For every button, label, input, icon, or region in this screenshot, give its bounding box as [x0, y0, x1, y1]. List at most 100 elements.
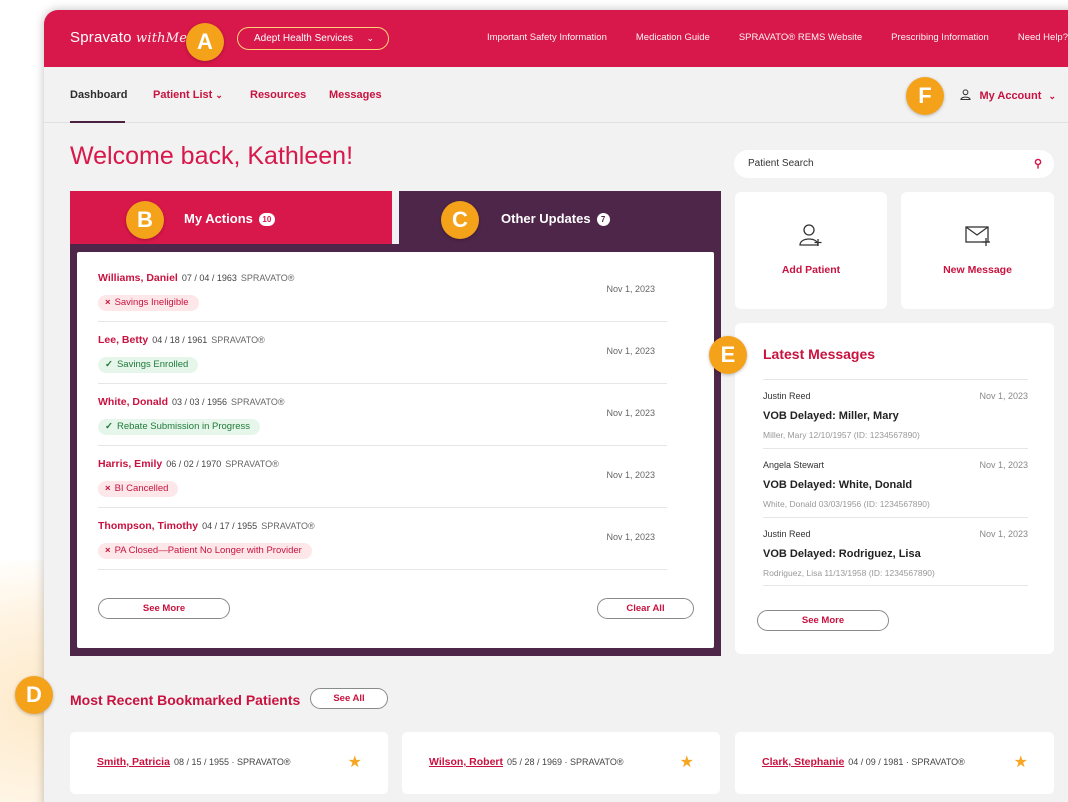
patient-name-link[interactable]: Lee, Betty: [98, 334, 148, 346]
clear-all-button[interactable]: Clear All: [597, 598, 694, 619]
message-subject: VOB Delayed: Rodriguez, Lisa: [763, 548, 921, 560]
action-date: Nov 1, 2023: [606, 532, 655, 542]
action-row[interactable]: White, Donald 03 / 03 / 1956 SPRAVATO® Nov…: [98, 384, 667, 446]
checkmark-icon: ✓: [105, 421, 113, 432]
link-safety-info[interactable]: Important Safety Information: [487, 32, 607, 43]
action-row[interactable]: Williams, Daniel 07 / 04 / 1963 SPRAVATO® …: [98, 260, 667, 322]
link-rems-website[interactable]: SPRAVATO® REMS Website: [739, 32, 862, 43]
add-patient-label: Add Patient: [781, 264, 841, 276]
status-text: BI Cancelled: [114, 483, 169, 494]
action-row[interactable]: Lee, Betty 04 / 18 / 1961 SPRAVATO® Nov 1,…: [98, 322, 667, 384]
annotation-marker-c: C: [441, 201, 479, 239]
star-icon[interactable]: ★: [348, 752, 362, 772]
link-prescribing-info[interactable]: Prescribing Information: [891, 32, 989, 43]
patient-name-link[interactable]: Harris, Emily: [98, 458, 162, 470]
annotation-marker-d: D: [15, 676, 53, 714]
add-patient-card[interactable]: Add Patient: [735, 192, 887, 309]
message-patient-ref: Miller, Mary 12/10/1957 (ID: 1234567890): [763, 430, 920, 440]
chevron-down-icon: ⌄: [215, 90, 223, 100]
annotation-marker-f: F: [906, 77, 944, 115]
updates-count-badge: 7: [596, 213, 610, 227]
status-badge: ✓ Rebate Submission in Progress: [98, 419, 261, 435]
action-date: Nov 1, 2023: [606, 346, 655, 356]
annotation-marker-b: B: [126, 201, 164, 239]
nav-resources[interactable]: Resources: [250, 89, 306, 101]
bookmark-patient-meta: 05 / 28 / 1969 · SPRAVATO®: [507, 757, 624, 767]
status-text: Savings Enrolled: [116, 359, 189, 370]
action-row[interactable]: Thompson, Timothy 04 / 17 / 1955 SPRAVATO®…: [98, 508, 667, 570]
bookmark-card[interactable]: Clark, Stephanie 04 / 09 / 1981 · SPRAVAT…: [735, 732, 1054, 794]
logo[interactable]: Spravato withMe: [70, 29, 187, 46]
star-icon[interactable]: ★: [680, 752, 694, 772]
action-row[interactable]: Harris, Emily 06 / 02 / 1970 SPRAVATO® Nov…: [98, 446, 667, 508]
patient-name-link[interactable]: Thompson, Timothy: [98, 520, 198, 532]
message-subject: VOB Delayed: White, Donald: [763, 479, 913, 491]
new-message-card[interactable]: New Message: [901, 192, 1054, 309]
bookmark-card[interactable]: Wilson, Robert 05 / 28 / 1969 · SPRAVATO®…: [402, 732, 720, 794]
bookmark-patient-link[interactable]: Smith, Patricia: [97, 756, 170, 768]
message-date: Nov 1, 2023: [979, 391, 1028, 401]
patient-dob: 04 / 18 / 1961: [152, 335, 208, 345]
x-icon: ×: [105, 545, 111, 556]
patient-drug: SPRAVATO®: [261, 521, 315, 531]
patient-dob: 07 / 04 / 1963: [181, 273, 237, 283]
status-badge: ✓ Savings Enrolled: [98, 357, 199, 373]
organization-select[interactable]: Adept Health Services ⌄: [237, 27, 389, 50]
add-user-icon: [799, 224, 822, 246]
status-text: Savings Ineligible: [114, 297, 189, 308]
status-text: Rebate Submission in Progress: [116, 421, 251, 432]
patient-drug: SPRAVATO®: [240, 273, 295, 283]
message-subject: VOB Delayed: Miller, Mary: [763, 410, 899, 422]
patient-dob: 03 / 03 / 1956: [172, 397, 228, 407]
x-icon: ×: [105, 483, 111, 494]
nav-patient-list-label: Patient List: [153, 89, 213, 101]
bookmark-patient-link[interactable]: Clark, Stephanie: [762, 756, 844, 768]
search-icon[interactable]: ⚲: [1034, 150, 1042, 178]
message-patient-ref: Rodriguez, Lisa 11/13/1958 (ID: 12345678…: [763, 568, 935, 578]
new-message-label: New Message: [943, 264, 1012, 276]
message-sender: Justin Reed: [763, 529, 811, 539]
message-item[interactable]: Angela Stewart Nov 1, 2023 VOB Delayed: …: [763, 448, 1028, 517]
checkmark-icon: ✓: [105, 359, 113, 370]
nav-dashboard[interactable]: Dashboard: [70, 89, 127, 101]
welcome-heading: Welcome back, Kathleen!: [70, 142, 354, 170]
header-links: Important Safety Information Medication …: [458, 32, 1068, 43]
bookmark-patient-link[interactable]: Wilson, Robert: [429, 756, 503, 768]
message-item[interactable]: Justin Reed Nov 1, 2023 VOB Delayed: Mil…: [763, 379, 1028, 448]
see-more-actions-button[interactable]: See More: [98, 598, 230, 619]
patient-drug: SPRAVATO®: [231, 397, 285, 407]
status-badge: × PA Closed—Patient No Longer with Provid…: [98, 543, 312, 559]
nav-messages[interactable]: Messages: [329, 89, 382, 101]
nav-patient-list[interactable]: Patient List ⌄: [153, 89, 223, 101]
annotation-marker-e: E: [709, 336, 747, 374]
organization-select-value: Adept Health Services: [254, 33, 353, 44]
active-tab-indicator: [70, 121, 125, 123]
actions-count-badge: 10: [258, 213, 275, 227]
patient-name-link[interactable]: Williams, Daniel: [98, 272, 178, 284]
annotation-marker-a: A: [186, 23, 224, 61]
link-need-help[interactable]: Need Help?: [1018, 32, 1068, 43]
see-all-bookmarks-button[interactable]: See All: [310, 688, 388, 709]
message-date: Nov 1, 2023: [979, 529, 1028, 539]
app-window: Spravato withMe Adept Health Services ⌄ …: [44, 10, 1068, 802]
message-item[interactable]: Justin Reed Nov 1, 2023 VOB Delayed: Rod…: [763, 517, 1028, 586]
status-text: PA Closed—Patient No Longer with Provide…: [114, 545, 302, 556]
patient-name-link[interactable]: White, Donald: [98, 396, 168, 408]
see-more-messages-button[interactable]: See More: [757, 610, 889, 631]
latest-messages-card: Latest Messages Justin Reed Nov 1, 2023 …: [735, 323, 1054, 654]
action-date: Nov 1, 2023: [606, 470, 655, 480]
tab-my-actions-label: My Actions: [184, 211, 253, 226]
new-message-icon: [964, 226, 990, 246]
chevron-down-icon: ⌄: [1048, 91, 1056, 101]
link-medication-guide[interactable]: Medication Guide: [636, 32, 710, 43]
patient-search-input[interactable]: Patient Search ⚲: [734, 150, 1054, 178]
tab-my-actions[interactable]: My Actions 10: [70, 191, 392, 246]
logo-suffix: withMe: [136, 31, 188, 46]
my-account-menu[interactable]: My Account ⌄: [960, 89, 1056, 102]
x-icon: ×: [105, 297, 111, 308]
status-badge: × Savings Ineligible: [98, 295, 199, 311]
patient-dob: 06 / 02 / 1970: [166, 459, 222, 469]
star-icon[interactable]: ★: [1014, 752, 1028, 772]
bookmark-card[interactable]: Smith, Patricia 08 / 15 / 1955 · SPRAVATO…: [70, 732, 388, 794]
bookmarks-title: Most Recent Bookmarked Patients: [70, 692, 301, 708]
